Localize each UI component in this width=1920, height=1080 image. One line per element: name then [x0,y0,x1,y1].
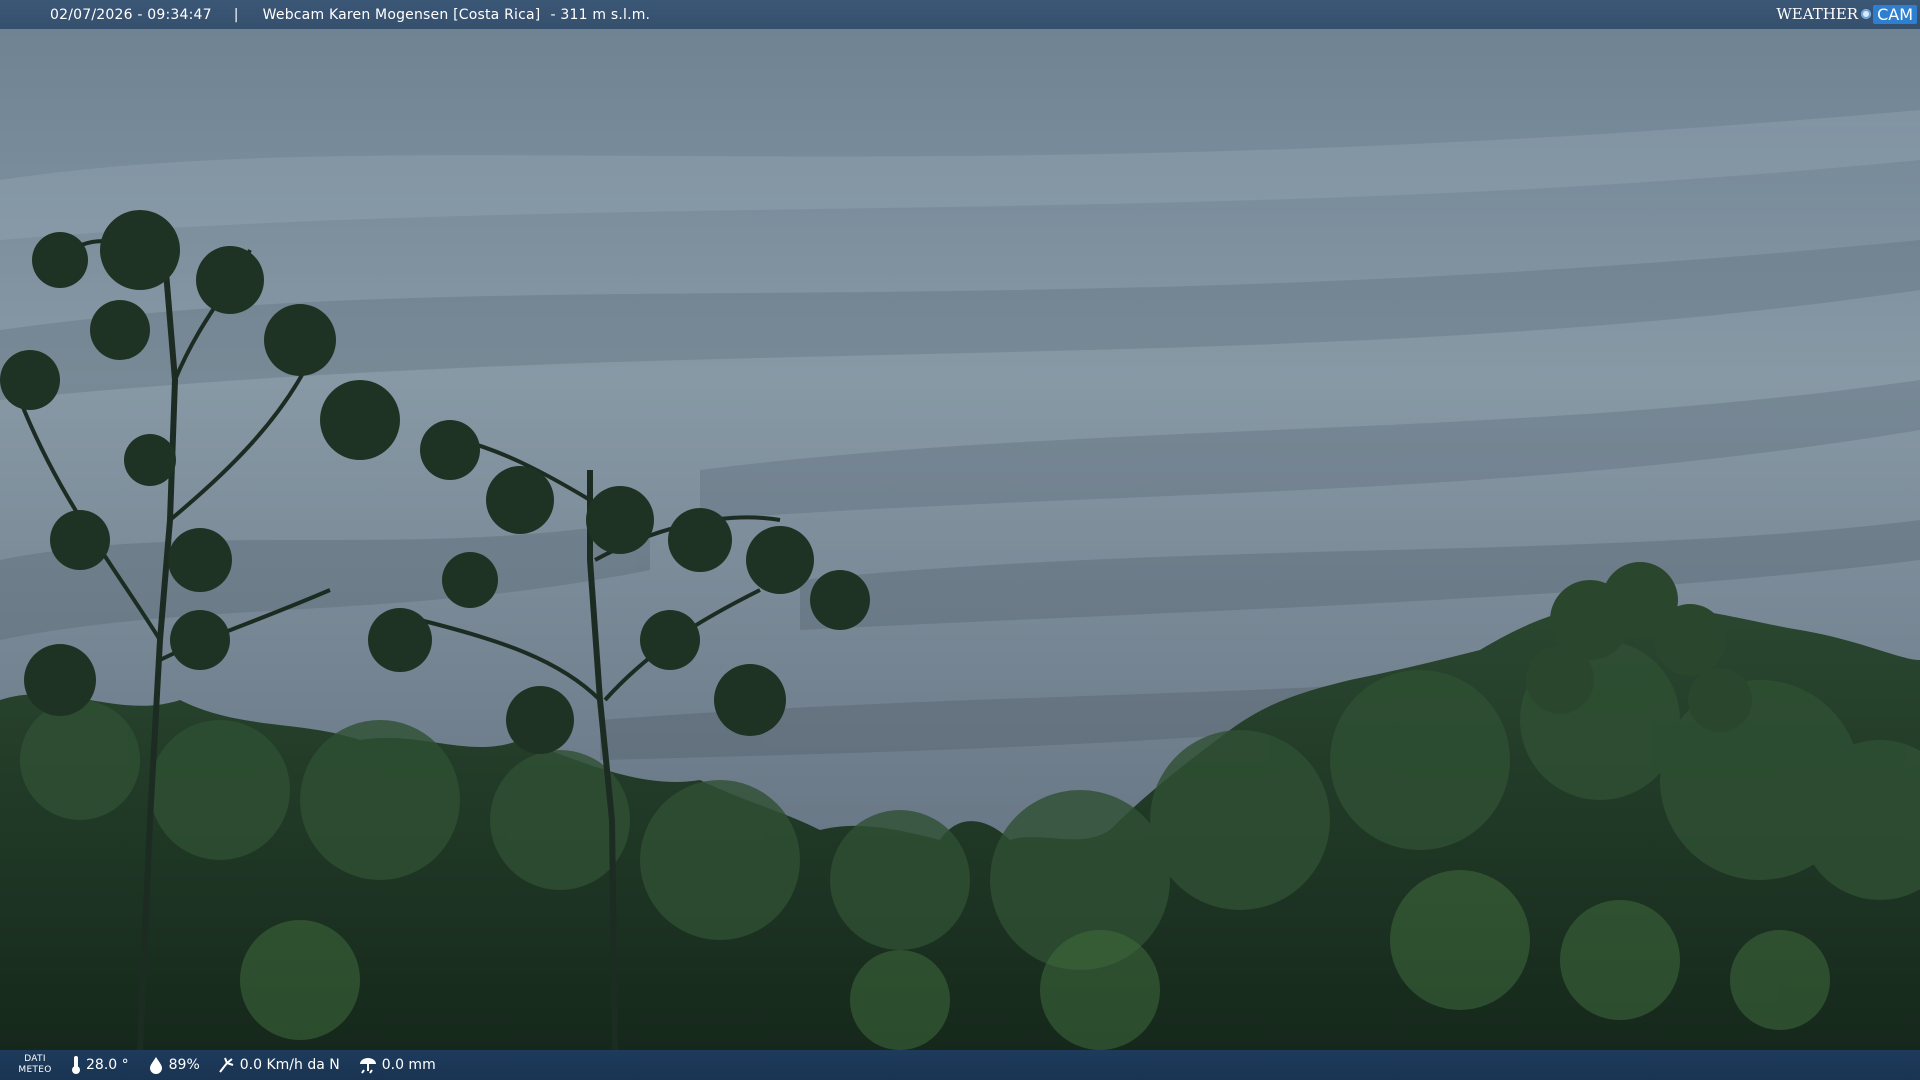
logo-text-weather: WEATHER [1776,5,1859,23]
logo-text-cam: CAM [1873,4,1917,24]
altitude: - 311 m s.l.m. [550,6,651,23]
wind-readout: 0.0 Km/h da N [218,1056,340,1074]
rain-readout: 0.0 mm [358,1056,436,1074]
dati-meteo-label: DATI METEO [0,1054,70,1076]
humidity-drop-icon [149,1057,162,1074]
webcam-image [0,0,1920,1080]
weather-data-bar: DATI METEO 28.0 ° 89% 0.0 Km/h da N 0.0 … [0,1050,1920,1080]
humidity-value: 89% [168,1057,200,1073]
webcam-title: Webcam Karen Mogensen [Costa Rica] [262,6,541,23]
label-line-2: METEO [18,1065,52,1075]
humidity-readout: 89% [147,1056,200,1074]
logo-dot-icon [1861,9,1872,19]
webcam-frame: 02/07/2026 - 09:34:47 | Webcam Karen Mog… [0,0,1920,1080]
temperature-value: 28.0 ° [86,1057,129,1073]
top-info-bar: 02/07/2026 - 09:34:47 | Webcam Karen Mog… [0,0,1920,29]
label-line-1: DATI [24,1054,46,1064]
header-separator: | [233,6,239,23]
wind-icon [218,1057,234,1073]
rain-gauge-icon [359,1058,376,1074]
weathercam-logo: WEATHER CAM [1776,2,1917,26]
thermometer-icon [72,1056,80,1074]
rain-value: 0.0 mm [381,1057,436,1073]
temperature-readout: 28.0 ° [70,1055,129,1075]
wind-value: 0.0 Km/h da N [239,1057,340,1073]
timestamp: 02/07/2026 - 09:34:47 [50,6,212,23]
